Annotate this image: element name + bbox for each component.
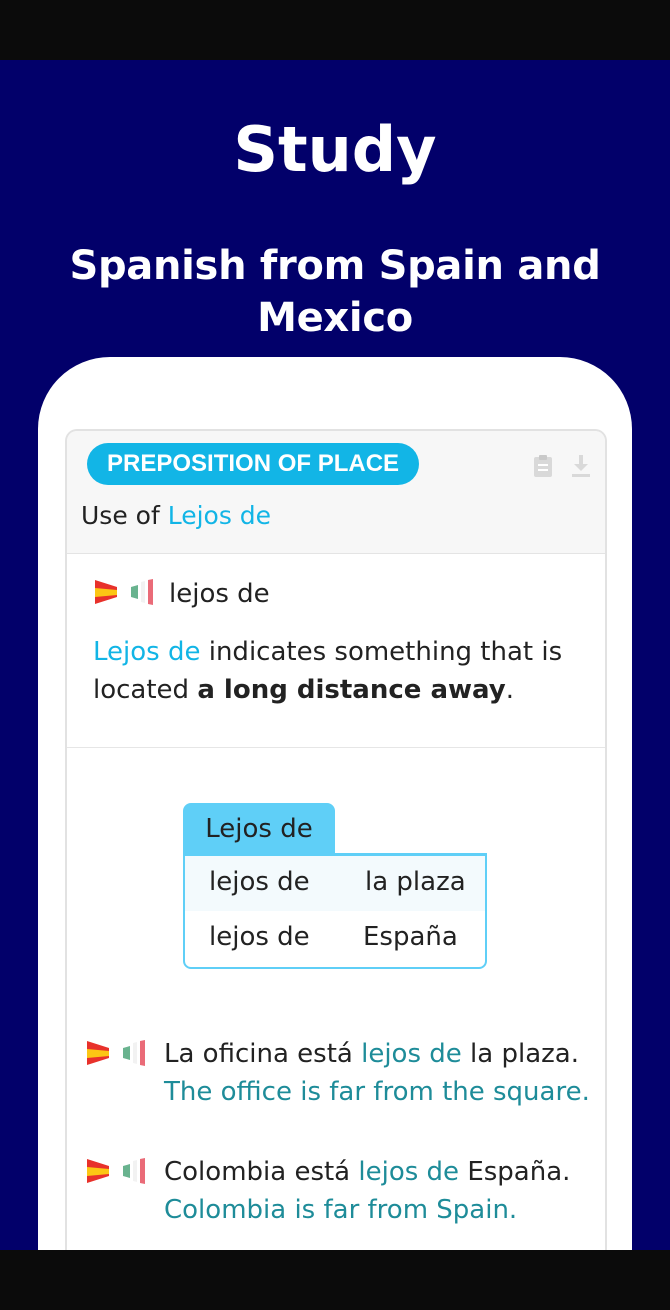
phone-frame: PREPOSITION OF PLACE Use of Lejos de lej… [38, 357, 632, 1250]
table-tab: Lejos de [183, 803, 335, 853]
flags [87, 1040, 145, 1066]
definition-text: Lejos de indicates something that is loc… [93, 633, 583, 709]
mexico-flag-icon [123, 1158, 145, 1184]
example-before: La oficina está [164, 1039, 362, 1069]
definition-term[interactable]: Lejos de [93, 637, 200, 667]
example-before: Colombia está [164, 1157, 359, 1187]
word-row: lejos de [93, 577, 270, 613]
mexico-flag-icon [131, 579, 153, 605]
status-bar [0, 0, 670, 60]
table-row: lejos de España [185, 911, 485, 966]
promo-subtitle: Spanish from Spain and Mexico [69, 243, 601, 341]
example-highlight: lejos de [361, 1039, 462, 1069]
navigation-bar [0, 1250, 670, 1310]
clipboard-icon[interactable] [531, 453, 555, 479]
flags [93, 577, 155, 611]
example-spanish: La oficina está lejos de la plaza. [164, 1035, 590, 1073]
usage-table: lejos de la plaza lejos de España [183, 853, 487, 969]
table-row: lejos de la plaza [185, 856, 485, 911]
usage-line: Use of Lejos de [81, 501, 271, 530]
table-cell: España [363, 922, 458, 952]
example-after: la plaza. [461, 1039, 579, 1069]
usage-term[interactable]: Lejos de [168, 501, 271, 530]
download-icon[interactable] [569, 453, 593, 479]
card-header: PREPOSITION OF PLACE Use of Lejos de [67, 431, 605, 554]
example-after: España. [459, 1157, 571, 1187]
flags [87, 1158, 145, 1184]
promo-title: Study [233, 113, 437, 186]
lesson-card: PREPOSITION OF PLACE Use of Lejos de lej… [65, 429, 607, 1250]
table-cell: la plaza [365, 867, 466, 897]
table-cell: lejos de [209, 922, 310, 952]
table-cell: lejos de [209, 867, 310, 897]
word-term: lejos de [169, 579, 270, 609]
example-text: Colombia está lejos de España. Colombia … [164, 1153, 570, 1229]
example-translation: The office is far from the square. [164, 1077, 590, 1107]
section-divider [67, 747, 605, 748]
definition-end: . [505, 675, 514, 705]
spain-flag-icon [87, 1041, 109, 1065]
spain-flag-icon [87, 1159, 109, 1183]
example-text: La oficina está lejos de la plaza. The o… [164, 1035, 590, 1111]
example-translation: Colombia is far from Spain. [164, 1195, 518, 1225]
usage-prefix: Use of [81, 501, 168, 530]
spain-flag-icon [95, 580, 117, 604]
example-highlight: lejos de [358, 1157, 460, 1187]
mexico-flag-icon [123, 1040, 145, 1066]
category-badge: PREPOSITION OF PLACE [87, 443, 420, 485]
example-spanish: Colombia está lejos de España. [164, 1153, 570, 1191]
definition-emphasis: a long distance away [197, 675, 506, 705]
